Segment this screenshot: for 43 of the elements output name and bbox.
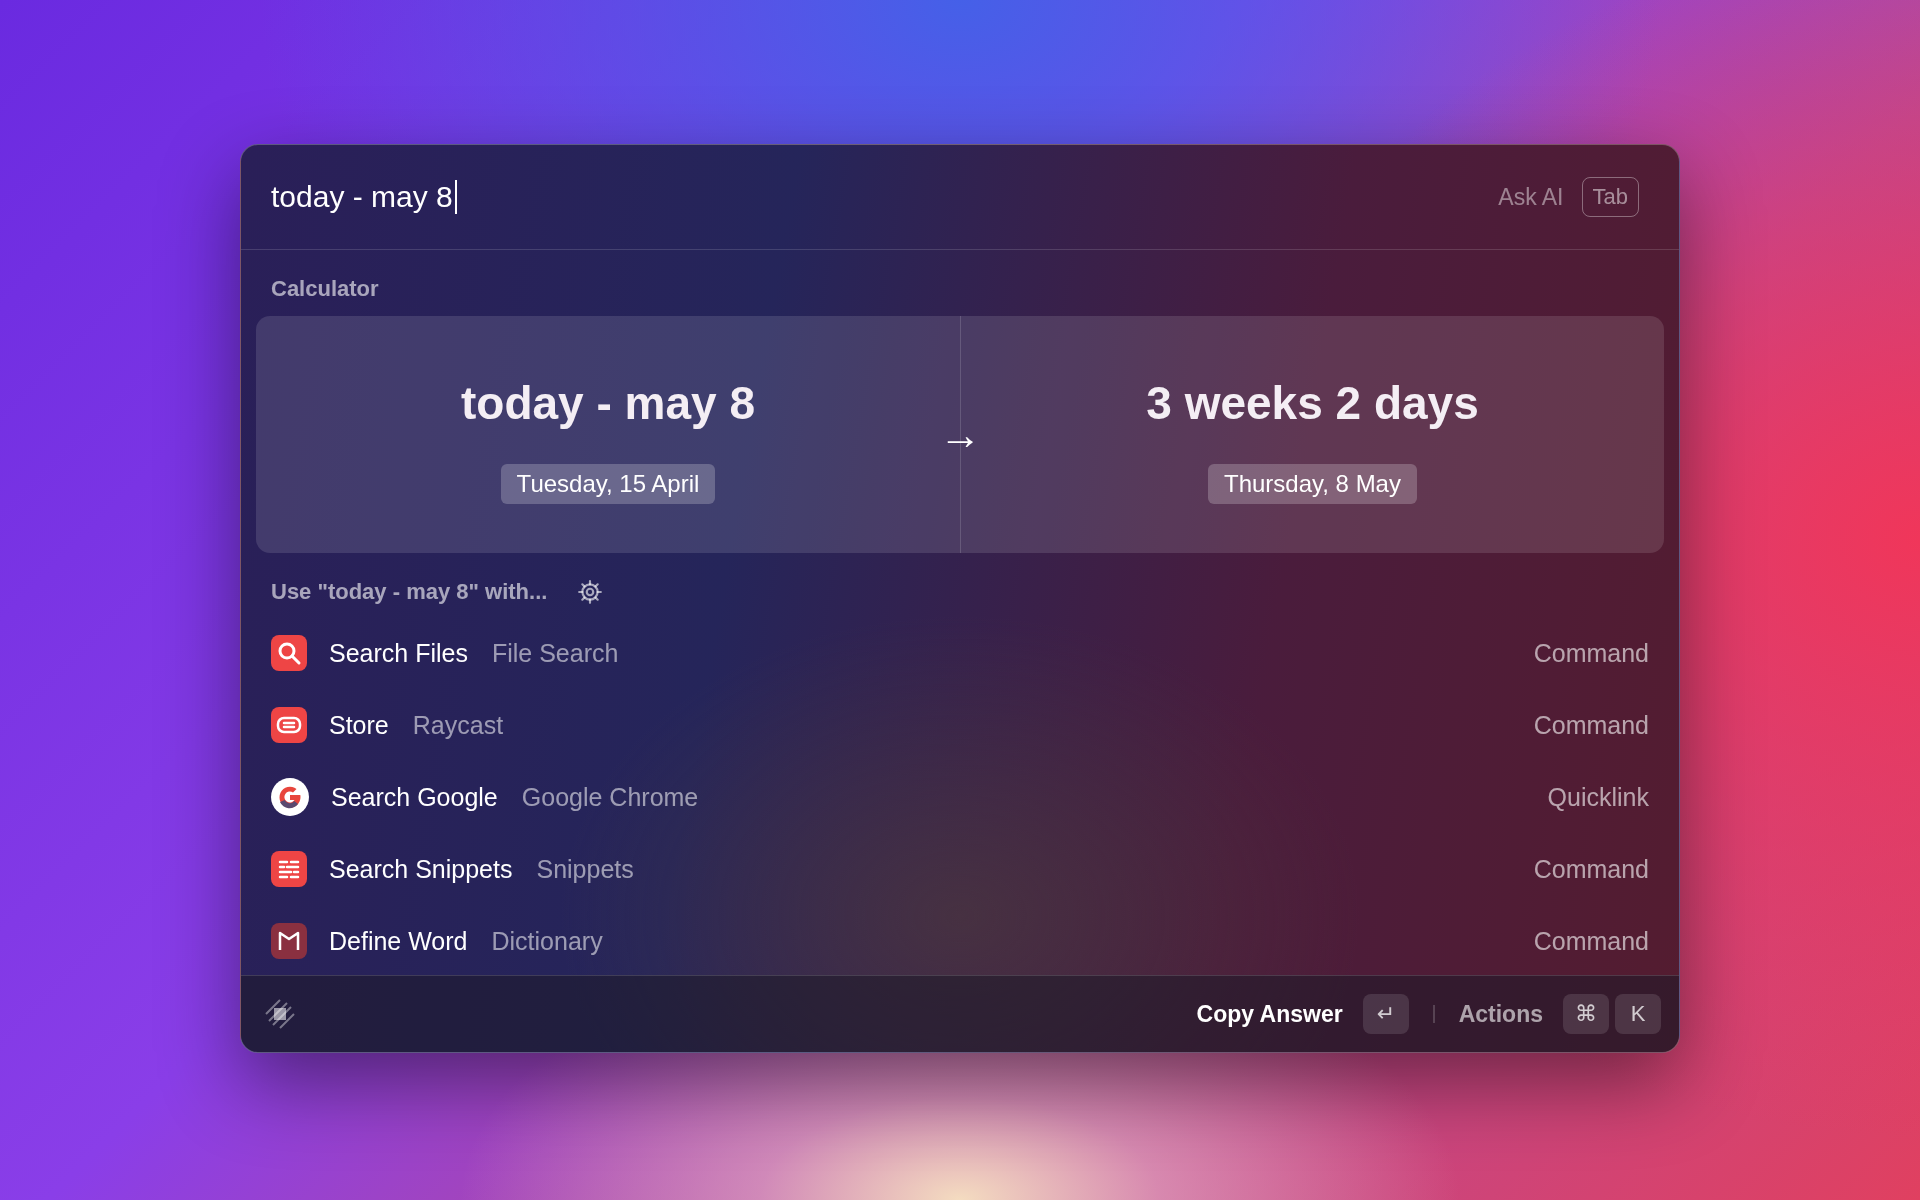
search-field[interactable]: today - may 8 xyxy=(271,180,1499,214)
result-subtitle: Dictionary xyxy=(491,926,604,956)
result-type: Command xyxy=(1533,710,1649,740)
hatched-square-icon[interactable] xyxy=(263,997,297,1031)
date-badge: Tuesday, 15 April xyxy=(500,463,716,504)
tab-key[interactable]: Tab xyxy=(1581,177,1639,217)
snippets-icon xyxy=(271,851,307,887)
section-title: Calculator xyxy=(270,275,380,303)
calculator-card[interactable]: today - may 8 Tuesday, 15 April 3 weeks 2 days Thursday, 8 May → xyxy=(256,316,1664,553)
result-item[interactable]: Search Files File Search Command xyxy=(256,617,1664,689)
shortcut-key: ⌘ xyxy=(1563,994,1609,1034)
result-item[interactable]: Store Raycast Command xyxy=(256,689,1664,761)
expression-text: today - may 8 xyxy=(461,375,755,430)
result-type: Quicklink xyxy=(1547,782,1649,812)
book-icon xyxy=(271,923,307,959)
section-title: Use "today - may 8" with... xyxy=(271,579,548,605)
result-subtitle: Raycast xyxy=(412,710,505,740)
result-title: Define Word xyxy=(329,926,468,956)
result-subtitle: Google Chrome xyxy=(521,782,700,812)
date-badge: Thursday, 8 May xyxy=(1208,463,1417,504)
copy-answer-button[interactable]: Copy Answer xyxy=(1196,1000,1343,1028)
result-type: Command xyxy=(1533,854,1649,884)
store-icon xyxy=(271,707,307,743)
settings-icon[interactable] xyxy=(577,579,604,605)
result-type: Command xyxy=(1533,926,1649,956)
result-title: Search Snippets xyxy=(329,854,513,884)
arrow-glyph: → xyxy=(938,409,982,460)
shortcut-key: K xyxy=(1615,994,1661,1034)
result-item[interactable]: Search Snippets Snippets Command xyxy=(256,833,1664,905)
actions-button[interactable]: Actions xyxy=(1458,1000,1543,1028)
result-title: Search Files xyxy=(329,638,468,668)
result-item[interactable]: Define Word Dictionary Command xyxy=(256,905,1664,975)
google-g-icon xyxy=(271,778,309,816)
result-title: Store xyxy=(329,710,389,740)
result-text: 3 weeks 2 days xyxy=(1146,375,1479,430)
enter-key: ↵ xyxy=(1362,994,1409,1034)
result-title: Search Google xyxy=(331,782,498,812)
result-subtitle: File Search xyxy=(491,638,620,668)
search-icon xyxy=(271,635,307,671)
result-item[interactable]: Search Google Google Chrome Quicklink xyxy=(256,761,1664,833)
result-type: Command xyxy=(1533,638,1649,668)
result-subtitle: Snippets xyxy=(536,854,635,884)
ask-ai-label[interactable]: Ask AI xyxy=(1498,183,1564,211)
